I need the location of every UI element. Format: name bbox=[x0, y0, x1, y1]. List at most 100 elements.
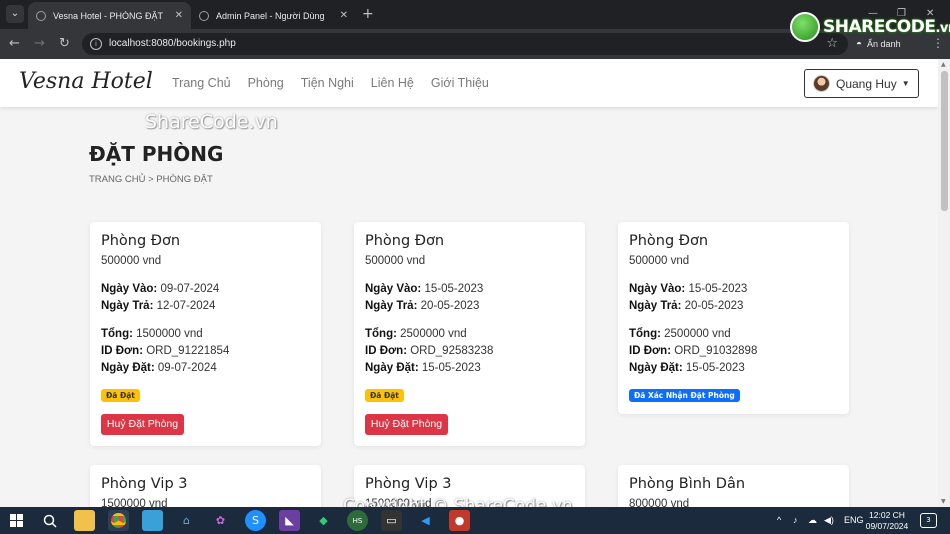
close-icon[interactable]: ✕ bbox=[340, 10, 348, 21]
photos-icon[interactable] bbox=[142, 510, 163, 531]
user-name: Quang Huy bbox=[836, 76, 897, 91]
new-tab-icon[interactable]: + bbox=[362, 6, 374, 22]
breadcrumb: TRANG CHỦ > PHÒNG ĐẶT bbox=[89, 174, 213, 185]
booking-card: Phòng Đơn 500000 vnd Ngày Vào: 15-05-202… bbox=[354, 222, 585, 446]
terminal-icon[interactable]: ▭ bbox=[381, 510, 402, 531]
check-in-row: Ngày Vào: 09-07-2024 bbox=[101, 283, 220, 295]
tray-chevron-icon[interactable]: ^ bbox=[777, 515, 781, 525]
logo-main: SHARECODE bbox=[823, 17, 936, 37]
site-info-icon[interactable]: i bbox=[90, 38, 102, 50]
room-name: Phòng Đơn bbox=[629, 233, 709, 249]
order-id-row: ID Đơn: ORD_92583238 bbox=[365, 345, 494, 357]
scroll-down-icon[interactable]: ▼ bbox=[941, 498, 946, 505]
back-arrow-icon[interactable]: ← bbox=[9, 36, 20, 52]
check-out-row: Ngày Trả: 20-05-2023 bbox=[629, 300, 744, 312]
nav-menu: Trang Chủ Phòng Tiện Nghi Liên Hệ Giới T… bbox=[172, 76, 506, 90]
status-badge: Đã Đặt bbox=[365, 389, 404, 402]
room-price: 500000 vnd bbox=[629, 255, 690, 267]
booking-card: Phòng Đơn 500000 vnd Ngày Vào: 15-05-202… bbox=[618, 222, 849, 414]
site-navbar: Vesna Hotel Trang Chủ Phòng Tiện Nghi Li… bbox=[0, 59, 938, 107]
booked-date-row: Ngày Đặt: 15-05-2023 bbox=[365, 362, 481, 374]
order-id-row: ID Đơn: ORD_91221854 bbox=[101, 345, 230, 357]
clock-time: 12:02 CH bbox=[869, 510, 905, 520]
globe-icon bbox=[199, 10, 209, 21]
tab-vesna-hotel[interactable]: Vesna Hotel - PHÒNG ĐẶT ✕ bbox=[28, 2, 191, 29]
skype-icon[interactable]: S bbox=[245, 510, 266, 531]
visual-studio-icon[interactable]: ◣ bbox=[279, 510, 300, 531]
room-name: Phòng Vip 3 bbox=[101, 476, 188, 492]
booking-card: Phòng Đơn 500000 vnd Ngày Vào: 09-07-202… bbox=[90, 222, 321, 446]
app-icon[interactable]: ✿ bbox=[210, 510, 231, 531]
globe-icon bbox=[36, 10, 46, 21]
user-dropdown-button[interactable]: Quang Huy ▼ bbox=[804, 69, 919, 98]
logo-suffix: .vn bbox=[935, 21, 950, 36]
close-icon[interactable]: ✕ bbox=[175, 10, 183, 21]
booked-date-row: Ngày Đặt: 15-05-2023 bbox=[629, 362, 745, 374]
shield-app-icon[interactable]: ◆ bbox=[313, 510, 334, 531]
room-name: Phòng Đơn bbox=[101, 233, 181, 249]
tab-search-icon[interactable]: ⌄ bbox=[6, 5, 24, 23]
status-badge: Đã Đặt bbox=[101, 389, 140, 402]
file-explorer-icon[interactable] bbox=[74, 510, 95, 531]
caret-down-icon: ▼ bbox=[901, 79, 910, 88]
page-viewport: Vesna Hotel Trang Chủ Phòng Tiện Nghi Li… bbox=[0, 59, 938, 507]
order-id-row: ID Đơn: ORD_91032898 bbox=[629, 345, 758, 357]
sharecode-logo: SHARECODE.vn bbox=[790, 8, 950, 46]
nav-link-home[interactable]: Trang Chủ bbox=[172, 76, 231, 90]
windows-taskbar: ⌂ ✿ S ◣ ◆ HS ▭ ◀ ● ^ ♪ ☁ ◀) ENG 12:02 CH… bbox=[0, 507, 950, 534]
brand-logo[interactable]: Vesna Hotel bbox=[19, 69, 153, 94]
vscode-icon[interactable]: ◀ bbox=[415, 510, 436, 531]
recorder-icon[interactable]: ● bbox=[449, 510, 470, 531]
address-bar[interactable]: i localhost:8080/bookings.php ☆ bbox=[82, 33, 848, 55]
reload-icon[interactable]: ↻ bbox=[59, 36, 70, 52]
network-icon[interactable]: ⌂ bbox=[176, 510, 197, 531]
page-scrollbar[interactable]: ▲ ▼ bbox=[938, 59, 950, 507]
room-price: 500000 vnd bbox=[101, 255, 162, 267]
nav-link-about[interactable]: Giới Thiệu bbox=[431, 76, 489, 90]
room-name: Phòng Bình Dân bbox=[629, 476, 746, 492]
check-out-row: Ngày Trả: 20-05-2023 bbox=[365, 300, 480, 312]
nav-link-amenities[interactable]: Tiện Nghi bbox=[301, 76, 354, 90]
forward-arrow-icon[interactable]: → bbox=[34, 36, 45, 52]
cancel-booking-button[interactable]: Huỷ Đặt Phòng bbox=[101, 414, 184, 435]
notification-icon[interactable]: 3 bbox=[920, 513, 937, 528]
room-price: 800000 vnd bbox=[629, 498, 690, 507]
check-in-row: Ngày Vào: 15-05-2023 bbox=[629, 283, 748, 295]
cloud-icon[interactable]: ☁ bbox=[808, 515, 817, 526]
taskbar-clock[interactable]: 12:02 CH 09/07/2024 bbox=[862, 510, 912, 532]
room-price: 1500000 vnd bbox=[101, 498, 168, 507]
status-badge: Đã Xác Nhận Đặt Phòng bbox=[629, 389, 740, 402]
windows-start-icon[interactable] bbox=[6, 510, 27, 531]
scroll-up-icon[interactable]: ▲ bbox=[941, 61, 946, 68]
chrome-icon[interactable] bbox=[108, 510, 129, 531]
speaker-icon[interactable]: ◀) bbox=[824, 515, 834, 526]
cancel-booking-button[interactable]: Huỷ Đặt Phòng bbox=[365, 414, 448, 435]
page-title: ĐẶT PHÒNG bbox=[89, 142, 224, 166]
tab-admin-panel[interactable]: Admin Panel - Người Dùng ✕ bbox=[191, 2, 356, 29]
total-row: Tổng: 2500000 vnd bbox=[629, 328, 731, 340]
url-text[interactable]: localhost:8080/bookings.php bbox=[109, 38, 236, 49]
clock-date: 09/07/2024 bbox=[865, 521, 909, 531]
total-row: Tổng: 2500000 vnd bbox=[365, 328, 467, 340]
watermark-text-top: ShareCode.vn bbox=[145, 111, 278, 133]
nav-link-contact[interactable]: Liên Hệ bbox=[371, 76, 414, 90]
sharecode-ball-icon bbox=[790, 12, 820, 42]
watermark-text-bottom: Copyright © ShareCode.vn bbox=[343, 496, 573, 507]
tab-title: Admin Panel - Người Dùng bbox=[216, 10, 325, 21]
check-in-row: Ngày Vào: 15-05-2023 bbox=[365, 283, 484, 295]
booked-date-row: Ngày Đặt: 09-07-2024 bbox=[101, 362, 217, 374]
room-name: Phòng Đơn bbox=[365, 233, 445, 249]
nav-link-rooms[interactable]: Phòng bbox=[248, 76, 284, 90]
search-icon[interactable] bbox=[39, 510, 60, 531]
avatar bbox=[813, 75, 830, 92]
tab-title: Vesna Hotel - PHÒNG ĐẶT bbox=[53, 10, 164, 21]
microphone-icon[interactable]: ♪ bbox=[793, 515, 798, 525]
language-indicator[interactable]: ENG bbox=[844, 515, 864, 525]
room-price: 500000 vnd bbox=[365, 255, 426, 267]
check-out-row: Ngày Trả: 12-07-2024 bbox=[101, 300, 216, 312]
booking-card: Phòng Bình Dân 800000 vnd bbox=[618, 465, 849, 507]
booking-card: Phòng Vip 3 1500000 vnd bbox=[90, 465, 321, 507]
hs-app-icon[interactable]: HS bbox=[347, 510, 368, 531]
scrollbar-thumb[interactable] bbox=[941, 71, 948, 211]
total-row: Tổng: 1500000 vnd bbox=[101, 328, 203, 340]
